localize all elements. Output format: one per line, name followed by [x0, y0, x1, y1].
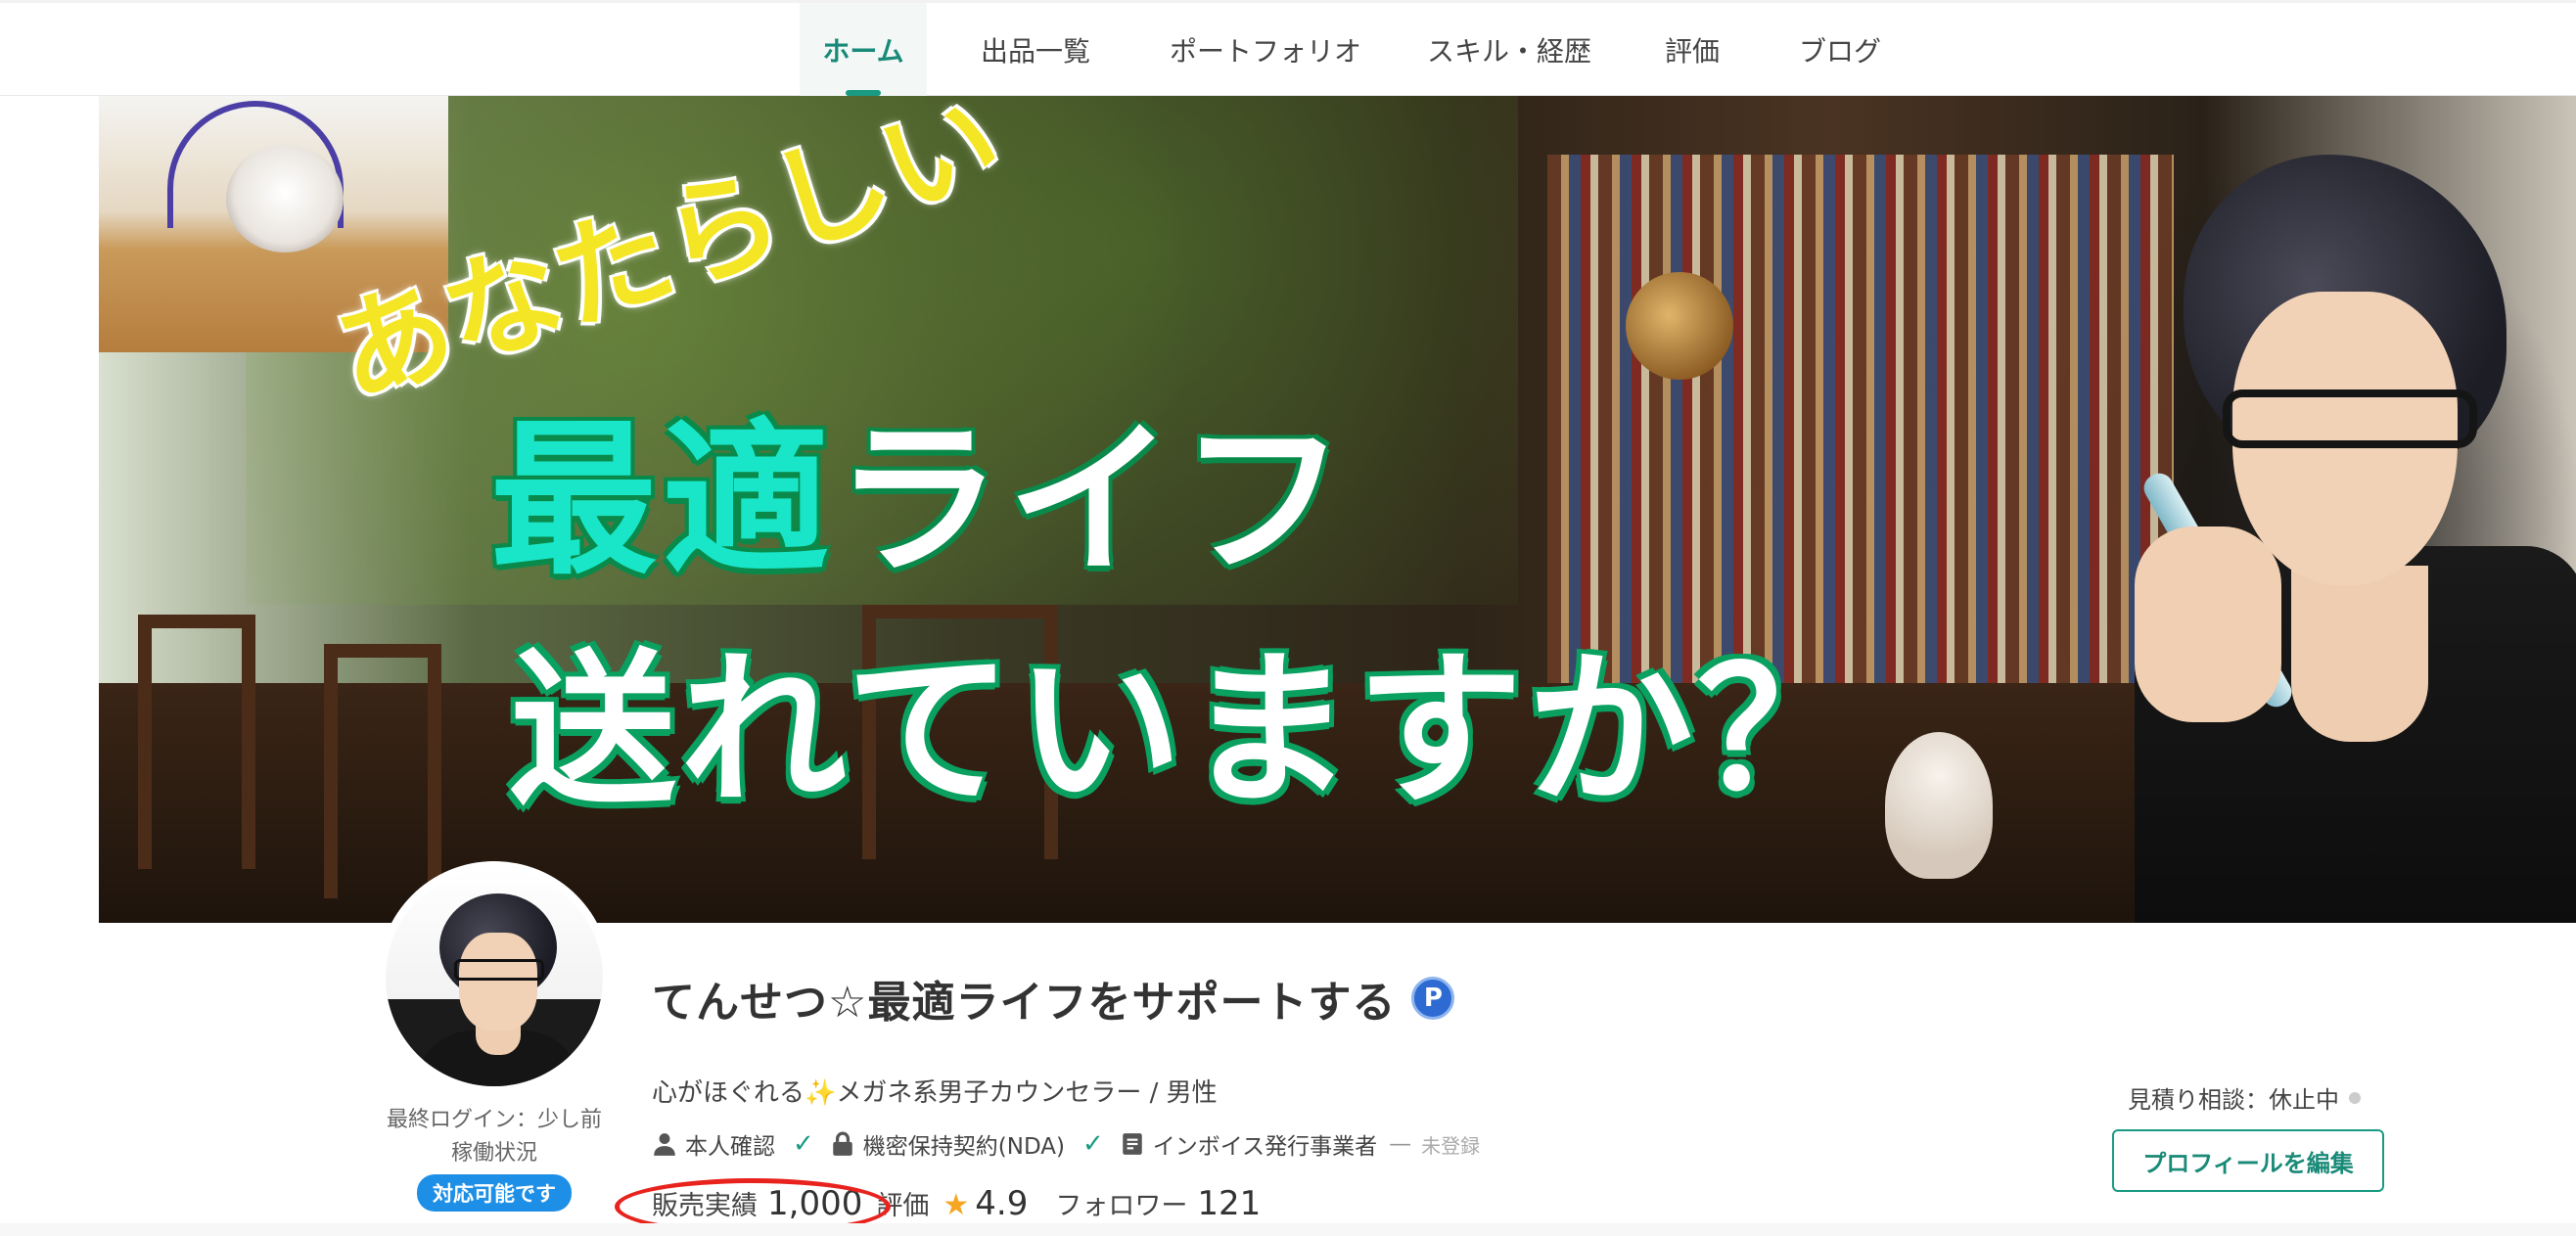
profile-tagline: 心がほぐれる✨メガネ系男子カウンセラー / 男性 — [652, 1078, 1218, 1108]
status-label: 稼働状況 — [450, 1141, 537, 1166]
avatar[interactable] — [378, 861, 611, 1094]
dash-separator: — — [1389, 1131, 1412, 1157]
cover-banner: あなたらしい 最適ライフ 送れていますか？ — [99, 96, 2576, 923]
page-bottom — [0, 1223, 2576, 1236]
last-login-text: 最終ログイン：少し前 — [386, 1108, 602, 1132]
verification-row: 本人確認 ✓ 機密保持契約(NDA) ✓ インボイス発行事業者 — 未登録 — [652, 1127, 1480, 1161]
activity-info: 最終ログイン：少し前 稼働状況 対応可能です — [333, 1104, 656, 1212]
document-icon — [1123, 1133, 1142, 1155]
check-icon: ✓ — [793, 1129, 814, 1159]
banner-cat — [1885, 732, 1993, 879]
status-dot-icon — [2349, 1091, 2361, 1104]
invoice-unregistered: 未登録 — [1421, 1133, 1481, 1158]
quote-consultation-status: 見積り相談：休止中 — [2128, 1080, 2361, 1115]
tab-skills-career[interactable]: スキル・経歴 — [1387, 3, 1632, 96]
lock-icon — [833, 1131, 852, 1156]
tab-blog[interactable]: ブログ — [1753, 3, 1927, 96]
profile-display-name: てんせつ☆最適ライフをサポートする — [652, 978, 1397, 1028]
top-navigation: ホーム 出品一覧 ポートフォリオ スキル・経歴 評価 ブログ — [0, 0, 2576, 96]
profile-name-row: てんせつ☆最適ライフをサポートする P — [652, 967, 1455, 1030]
invoice-status: インボイス発行事業者 — [1120, 1127, 1377, 1161]
cat-in-bag — [226, 145, 344, 252]
person-icon — [654, 1133, 675, 1156]
star-icon: ★ — [943, 1188, 970, 1222]
tab-home[interactable]: ホーム — [800, 3, 927, 96]
availability-badge: 対応可能です — [417, 1174, 572, 1212]
followers-label[interactable]: フォロワー — [1055, 1184, 1187, 1222]
sparkle-icon: ✨ — [805, 1078, 837, 1108]
tab-listings[interactable]: 出品一覧 — [927, 3, 1144, 96]
edit-profile-button[interactable]: プロフィールを編集 — [2112, 1129, 2384, 1192]
rating-value[interactable]: 4.9 — [975, 1184, 1028, 1223]
banner-text-question: 送れていますか？ — [510, 634, 1867, 828]
banner-globe — [1626, 272, 1733, 380]
identity-verified: 本人確認 — [652, 1127, 775, 1161]
followers-value[interactable]: 121 — [1197, 1184, 1261, 1223]
platinum-badge-icon: P — [1411, 977, 1455, 1020]
banner-character-illustration — [2076, 135, 2576, 923]
check-icon: ✓ — [1082, 1129, 1104, 1159]
nda-verified: 機密保持契約(NDA) — [830, 1127, 1065, 1161]
banner-text-headline: 最適ライフ — [490, 404, 1353, 598]
profile-tabs: ホーム 出品一覧 ポートフォリオ スキル・経歴 評価 ブログ — [800, 3, 1927, 96]
banner-chair — [138, 615, 255, 869]
tab-portfolio[interactable]: ポートフォリオ — [1144, 3, 1387, 96]
banner-chair — [324, 644, 441, 898]
tab-reviews[interactable]: 評価 — [1632, 3, 1753, 96]
